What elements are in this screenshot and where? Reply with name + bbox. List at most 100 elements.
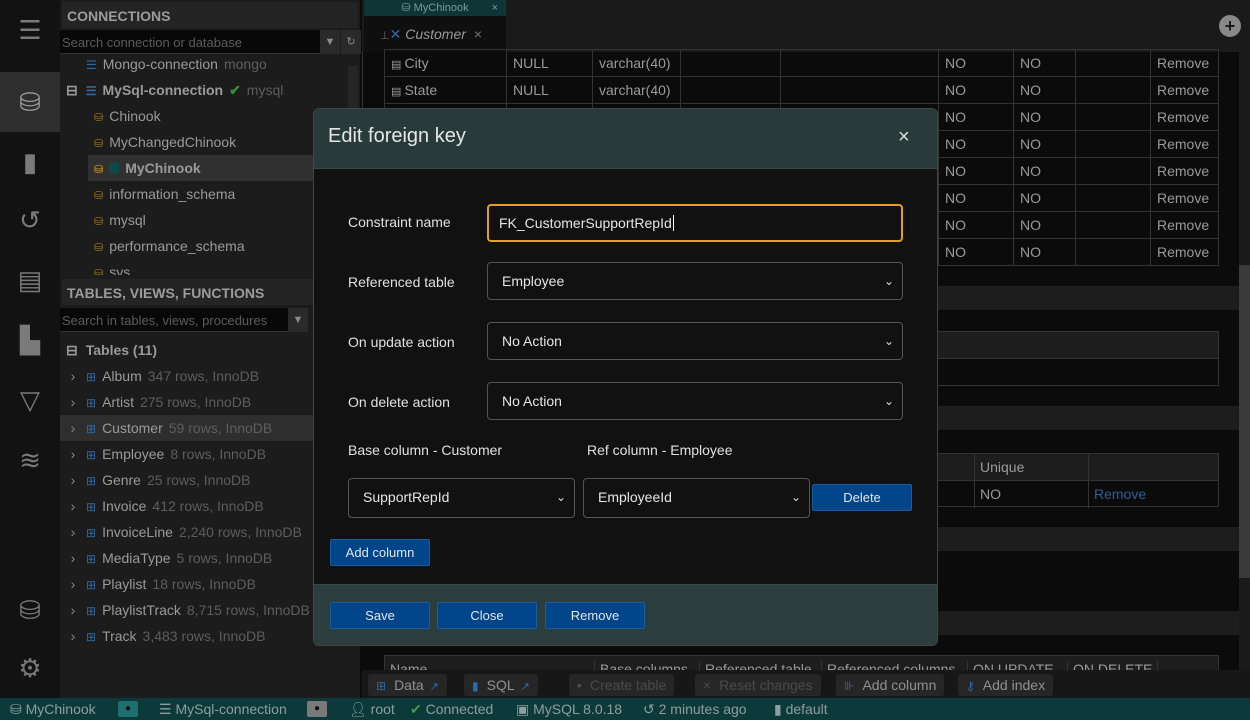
- table-search-input[interactable]: Search in tables, views, procedures: [60, 308, 288, 332]
- pin-icon[interactable]: ⊥: [380, 30, 390, 42]
- tools-icon: ✕: [389, 26, 406, 42]
- cell-c1: NO: [938, 49, 1014, 77]
- close-icon[interactable]: ×: [492, 0, 498, 16]
- cell-action[interactable]: Remove: [1150, 238, 1219, 266]
- db-item[interactable]: ⛁ MyChangedChinook: [94, 129, 236, 155]
- main-scrollbar[interactable]: [1239, 52, 1250, 670]
- chevron-right-icon[interactable]: ›: [60, 389, 86, 415]
- cell-action[interactable]: Remove: [1150, 130, 1219, 158]
- file-icon[interactable]: ▮: [0, 132, 60, 192]
- constraint-name-input[interactable]: FK_CustomerSupportRepId: [487, 204, 903, 242]
- layers-icon[interactable]: ≋: [0, 430, 60, 490]
- chevron-right-icon[interactable]: ›: [60, 623, 86, 649]
- delete-column-button[interactable]: Delete: [812, 484, 912, 511]
- database-icon: ⛁: [94, 138, 104, 150]
- save-button[interactable]: Save: [330, 602, 430, 629]
- table-icon: ⊞: [86, 422, 97, 436]
- chevron-right-icon[interactable]: ›: [60, 467, 86, 493]
- scrollbar-thumb[interactable]: [1239, 265, 1250, 578]
- cell-action[interactable]: Remove: [1150, 103, 1219, 131]
- db-item[interactable]: ⛁ information_schema: [94, 181, 235, 207]
- table-icon: ⊞: [86, 578, 97, 592]
- sql-button[interactable]: ▮ SQL ↗: [464, 674, 538, 696]
- menu-icon[interactable]: ☰: [0, 0, 60, 60]
- cell-action[interactable]: Remove: [1150, 184, 1219, 212]
- remove-button[interactable]: Remove: [545, 602, 645, 629]
- tables-group[interactable]: ⊟ Tables (11): [66, 337, 157, 363]
- referenced-table-select[interactable]: Employee ⌄: [487, 262, 903, 300]
- filter-icon[interactable]: ▼: [320, 30, 340, 54]
- cell-action[interactable]: Remove: [1150, 157, 1219, 185]
- palette-icon[interactable]: ●: [307, 701, 327, 717]
- server-icon: ☰: [85, 84, 97, 98]
- filter-icon[interactable]: ▼: [288, 308, 308, 332]
- cell-c1: NO: [938, 184, 1014, 212]
- cell-action[interactable]: Remove: [1150, 49, 1219, 77]
- db-item[interactable]: ⛁ mysql: [94, 207, 146, 233]
- server-icon: ▣: [516, 701, 534, 717]
- cell: [1075, 130, 1151, 158]
- close-icon[interactable]: ×: [474, 26, 482, 42]
- close-icon: ×: [703, 677, 712, 693]
- cell-c2: NO: [1013, 49, 1076, 77]
- collapse-icon[interactable]: ⊟: [66, 82, 78, 98]
- add-column-button[interactable]: ⊪ Add column: [836, 674, 945, 696]
- chevron-right-icon[interactable]: ›: [60, 441, 86, 467]
- cell-c1: NO: [938, 103, 1014, 131]
- filter-icon[interactable]: ▽: [0, 370, 60, 430]
- connection-mysql[interactable]: ⊟ ☰ MySql-connection ✔ mysql: [66, 77, 283, 103]
- connection-mongo[interactable]: ☰ Mongo-connection mongo: [86, 51, 267, 77]
- history-icon[interactable]: ↺: [0, 190, 60, 250]
- table-name: Playlist: [102, 576, 147, 592]
- key-icon: ⚷: [966, 679, 975, 693]
- chevron-right-icon[interactable]: ›: [60, 597, 86, 623]
- remove-index-link[interactable]: Remove: [1094, 486, 1146, 502]
- tab-db-group[interactable]: ⛁ MyChinook ×: [364, 0, 506, 16]
- base-column-select[interactable]: SupportRepId ⌄: [348, 478, 575, 518]
- on-delete-select[interactable]: No Action ⌄: [487, 382, 903, 420]
- settings-icon[interactable]: ⚙: [0, 638, 60, 698]
- chevron-right-icon[interactable]: ›: [60, 545, 86, 571]
- database-icon: ⛁: [94, 216, 104, 228]
- on-update-label: On update action: [348, 334, 455, 350]
- add-index-button[interactable]: ⚷ Add index: [958, 674, 1054, 696]
- database-icon[interactable]: ⛁: [0, 72, 60, 132]
- refresh-icon[interactable]: ↻: [341, 30, 361, 54]
- data-button[interactable]: ⊞ Data ↗: [368, 674, 447, 696]
- table-info: 59 rows, InnoDB: [168, 420, 273, 436]
- ref-column-select[interactable]: EmployeeId ⌄: [583, 478, 810, 518]
- table-row: ▤ City NULL varchar(40) NO NO Remove: [384, 49, 1219, 77]
- close-button[interactable]: Close: [437, 602, 537, 629]
- status-connection: ☰ MySql-connection: [159, 701, 287, 717]
- add-tab-button[interactable]: +: [1219, 15, 1241, 37]
- cell-action[interactable]: Remove: [1150, 76, 1219, 104]
- create-table-button[interactable]: ▪ Create table: [569, 674, 675, 696]
- status-db: ⛁ MyChinook: [10, 701, 96, 717]
- db-item[interactable]: ⛁ performance_schema: [94, 233, 245, 259]
- cell-action[interactable]: Remove: [1150, 211, 1219, 239]
- chevron-right-icon[interactable]: ›: [60, 363, 86, 389]
- reset-changes-button[interactable]: × Reset changes: [695, 674, 821, 696]
- on-update-select[interactable]: No Action ⌄: [487, 322, 903, 360]
- cell-type: varchar(40): [592, 49, 681, 77]
- database-view-icon[interactable]: ⛁: [0, 580, 60, 640]
- db-item[interactable]: ⛁ sys: [94, 259, 130, 275]
- chevron-right-icon[interactable]: ›: [60, 415, 86, 441]
- palette-icon[interactable]: ●: [118, 701, 138, 717]
- chevron-right-icon[interactable]: ›: [60, 571, 86, 597]
- archive-icon[interactable]: ▤: [0, 250, 60, 310]
- add-column-button[interactable]: Add column: [330, 539, 430, 566]
- close-icon[interactable]: ×: [898, 126, 910, 149]
- tab-customer[interactable]: ⊥✕ Customer ×: [364, 16, 506, 52]
- chevron-right-icon[interactable]: ›: [60, 493, 86, 519]
- db-item[interactable]: ⛁ Chinook: [94, 103, 161, 129]
- table-row: ▤ State NULL varchar(40) NO NO Remove: [384, 76, 1219, 104]
- server-icon: ☰: [86, 58, 97, 72]
- plugin-icon[interactable]: ▙: [0, 310, 60, 370]
- archive-icon: ▮: [774, 701, 786, 717]
- database-icon: ⛁: [94, 164, 104, 176]
- constraint-name-label: Constraint name: [348, 214, 451, 230]
- table-info: 5 rows, InnoDB: [176, 550, 273, 566]
- chevron-right-icon[interactable]: ›: [60, 519, 86, 545]
- collapse-icon[interactable]: ⊟: [66, 342, 78, 358]
